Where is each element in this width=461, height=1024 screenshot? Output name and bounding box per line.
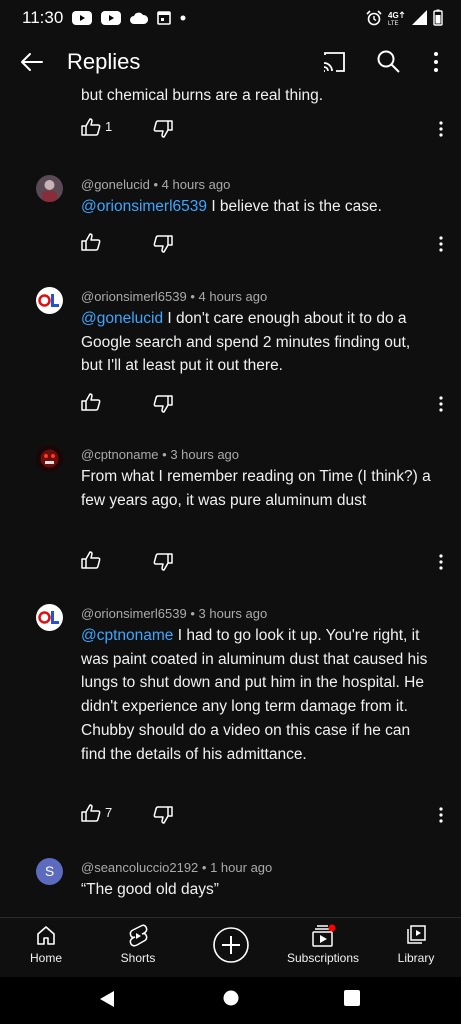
avatar[interactable]: S bbox=[36, 858, 63, 885]
thumbs-down-icon[interactable] bbox=[153, 119, 173, 139]
subscriptions-icon bbox=[312, 924, 336, 947]
youtube-notification-icon bbox=[72, 10, 92, 25]
comment-more-icon[interactable] bbox=[433, 552, 449, 572]
bottom-navigation: Home Shorts Subscriptions Library bbox=[0, 917, 461, 978]
status-time: 11:30 bbox=[22, 8, 64, 27]
library-icon bbox=[407, 925, 426, 944]
thumbs-up-icon[interactable] bbox=[81, 117, 101, 137]
svg-text:4G: 4G bbox=[388, 11, 399, 20]
comment-body: but chemical burns are a real thing. bbox=[81, 88, 324, 104]
comment-age: 1 hour ago bbox=[210, 860, 273, 875]
thumbs-down-icon[interactable] bbox=[153, 394, 173, 414]
mention-link[interactable]: @orionsimerl6539 bbox=[81, 198, 207, 215]
nav-subscriptions[interactable]: Subscriptions bbox=[283, 918, 363, 978]
create-plus-icon bbox=[213, 927, 249, 963]
comment-age: 3 hours ago bbox=[198, 606, 268, 621]
avatar[interactable] bbox=[36, 445, 63, 472]
avatar[interactable] bbox=[36, 604, 63, 631]
status-system-icons: 4G LTE bbox=[366, 9, 443, 26]
comment-age: 4 hours ago bbox=[198, 289, 268, 304]
comment-author[interactable]: @gonelucid bbox=[81, 177, 150, 192]
comment-actions bbox=[81, 550, 451, 574]
comment-meta: @gonelucid • 4 hours ago bbox=[81, 177, 231, 192]
comment-body: “The good old days” bbox=[81, 881, 219, 898]
thumbs-down-icon[interactable] bbox=[153, 552, 173, 572]
avatar-image bbox=[36, 287, 63, 314]
avatar-image bbox=[36, 604, 63, 631]
dot-icon bbox=[180, 15, 186, 20]
system-back-icon[interactable] bbox=[98, 989, 116, 1009]
signal-icon bbox=[412, 10, 427, 25]
system-recents-icon[interactable] bbox=[343, 989, 361, 1007]
calendar-icon bbox=[157, 11, 171, 25]
comment-more-icon[interactable] bbox=[433, 119, 449, 139]
comment-age: 3 hours ago bbox=[170, 447, 240, 462]
page-title: Replies bbox=[67, 49, 141, 74]
alarm-icon bbox=[366, 9, 382, 25]
avatar-letter: S bbox=[44, 863, 55, 879]
comment-author[interactable]: @orionsimerl6539 bbox=[81, 289, 187, 304]
like-count: 1 bbox=[105, 119, 113, 134]
battery-icon bbox=[433, 9, 443, 26]
nav-shorts[interactable]: Shorts bbox=[108, 918, 168, 978]
mention-link[interactable]: @gonelucid bbox=[81, 310, 163, 327]
comment-actions bbox=[81, 392, 451, 416]
avatar-image bbox=[36, 445, 63, 472]
comment-more-icon[interactable] bbox=[433, 805, 449, 825]
nav-library[interactable]: Library bbox=[386, 918, 446, 978]
avatar[interactable] bbox=[36, 175, 63, 202]
comment-actions: 1 bbox=[81, 117, 451, 141]
comment-body: @gonelucid I don't care enough about it … bbox=[81, 310, 411, 375]
thumbs-up-icon[interactable] bbox=[81, 803, 101, 823]
comment-meta: @orionsimerl6539 • 3 hours ago bbox=[81, 606, 268, 621]
comment-author[interactable]: @orionsimerl6539 bbox=[81, 606, 187, 621]
replies-list: but chemical burns are a real thing. 1 @… bbox=[0, 88, 461, 917]
comment-author[interactable]: @cptnoname bbox=[81, 447, 159, 462]
comment-actions: 7 bbox=[81, 803, 451, 827]
avatar-image bbox=[36, 175, 63, 202]
avatar[interactable] bbox=[36, 287, 63, 314]
comment-age: 4 hours ago bbox=[161, 177, 231, 192]
network-lte-icon: 4GLTE bbox=[388, 11, 405, 26]
thumbs-up-icon[interactable] bbox=[81, 232, 101, 252]
nav-home[interactable]: Home bbox=[16, 918, 76, 978]
comment-body: From what I remember reading on Time (I … bbox=[81, 468, 431, 509]
search-icon[interactable] bbox=[375, 48, 401, 74]
comment-more-icon[interactable] bbox=[433, 234, 449, 254]
comment-actions bbox=[81, 232, 451, 256]
thumbs-up-icon[interactable] bbox=[81, 550, 101, 570]
back-arrow-icon[interactable] bbox=[18, 48, 46, 76]
system-navigation-bar bbox=[0, 977, 461, 1024]
comment-body: @cptnoname I had to go look it up. You'r… bbox=[81, 627, 428, 763]
like-count: 7 bbox=[105, 805, 113, 820]
status-notification-icons bbox=[72, 10, 186, 25]
nav-create[interactable] bbox=[206, 918, 256, 978]
svg-text:LTE: LTE bbox=[388, 21, 399, 26]
comment-meta: @cptnoname • 3 hours ago bbox=[81, 447, 240, 462]
comment-meta: @orionsimerl6539 • 4 hours ago bbox=[81, 289, 268, 304]
comment-more-icon[interactable] bbox=[433, 394, 449, 414]
cast-icon[interactable] bbox=[321, 50, 347, 74]
system-home-icon[interactable] bbox=[222, 989, 240, 1007]
comment-author[interactable]: @seancoluccio2192 bbox=[81, 860, 198, 875]
app-bar: Replies bbox=[0, 36, 461, 88]
shorts-icon bbox=[129, 924, 148, 947]
comment-meta: @seancoluccio2192 • 1 hour ago bbox=[81, 860, 273, 875]
home-icon bbox=[37, 926, 55, 945]
youtube-notification-icon bbox=[101, 10, 121, 25]
status-bar: 11:30 4G LTE bbox=[0, 0, 461, 36]
thumbs-down-icon[interactable] bbox=[153, 234, 173, 254]
cloud-icon bbox=[130, 12, 148, 24]
thumbs-up-icon[interactable] bbox=[81, 392, 101, 412]
thumbs-down-icon[interactable] bbox=[153, 805, 173, 825]
mention-link[interactable]: @cptnoname bbox=[81, 627, 173, 644]
more-options-icon[interactable] bbox=[426, 48, 446, 76]
comment-body: @orionsimerl6539 I believe that is the c… bbox=[81, 198, 382, 215]
